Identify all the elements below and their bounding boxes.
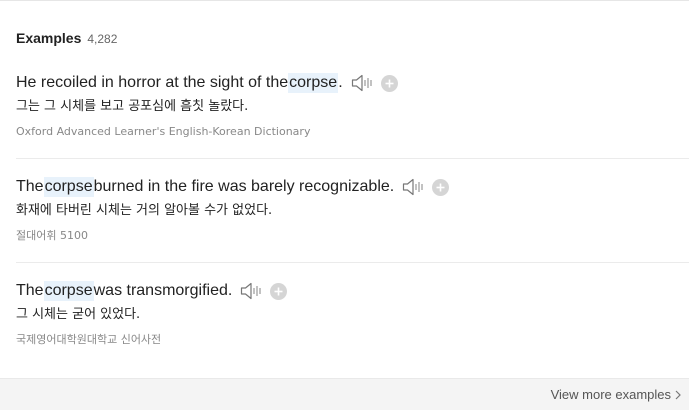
- section-title: Examples: [16, 30, 82, 46]
- view-more-label: View more examples: [550, 387, 671, 402]
- view-more-examples-link[interactable]: View more examples: [551, 387, 681, 402]
- keyword-highlight: corpse: [288, 73, 339, 93]
- keyword-highlight: corpse: [43, 281, 94, 301]
- example-translation: 그 시체는 굳어 있었다.: [16, 307, 141, 322]
- example-divider: [16, 158, 689, 159]
- speaker-icon[interactable]: [240, 281, 264, 301]
- example-source[interactable]: Oxford Advanced Learner's English-Korean…: [16, 125, 689, 139]
- sentence-text: burned in the fire was barely recognizab…: [93, 178, 395, 195]
- sentence-text: was transmorgified.: [93, 282, 233, 299]
- plus-icon[interactable]: [380, 74, 398, 92]
- example-source[interactable]: 국제영어대학원대학교 신어사전: [16, 333, 689, 347]
- example-sentence: He recoiled in horror at the sight of th…: [16, 72, 689, 94]
- example-sentence: The corpse was transmorgified.: [16, 280, 689, 302]
- speaker-icon[interactable]: [351, 73, 375, 93]
- example-translation: 화재에 타버린 시체는 거의 알아볼 수가 없었다.: [16, 203, 273, 218]
- example-item: The corpse was transmorgified. 그 시체는 굳어 …: [16, 280, 689, 347]
- example-translation: 그는 그 시체를 보고 공포심에 흠칫 놀랐다.: [16, 99, 249, 114]
- sentence-text: The: [16, 282, 44, 299]
- example-count: 4,282: [87, 32, 118, 46]
- footer-bar: View more examples: [0, 378, 689, 410]
- plus-icon[interactable]: [270, 282, 288, 300]
- example-item: The corpse burned in the fire was barely…: [16, 176, 689, 243]
- speaker-icon[interactable]: [402, 177, 426, 197]
- sentence-text: The: [16, 178, 44, 195]
- sentence-text: .: [338, 74, 343, 91]
- top-divider: [0, 0, 689, 1]
- example-item: He recoiled in horror at the sight of th…: [16, 72, 689, 139]
- example-divider: [16, 262, 689, 263]
- example-sentence: The corpse burned in the fire was barely…: [16, 176, 689, 198]
- examples-header: Examples 4,282: [16, 30, 117, 46]
- keyword-highlight: corpse: [43, 177, 94, 197]
- chevron-right-icon: [675, 390, 681, 400]
- sentence-text: He recoiled in horror at the sight of th…: [16, 74, 289, 91]
- plus-icon[interactable]: [432, 178, 450, 196]
- example-source[interactable]: 절대어휘 5100: [16, 229, 689, 243]
